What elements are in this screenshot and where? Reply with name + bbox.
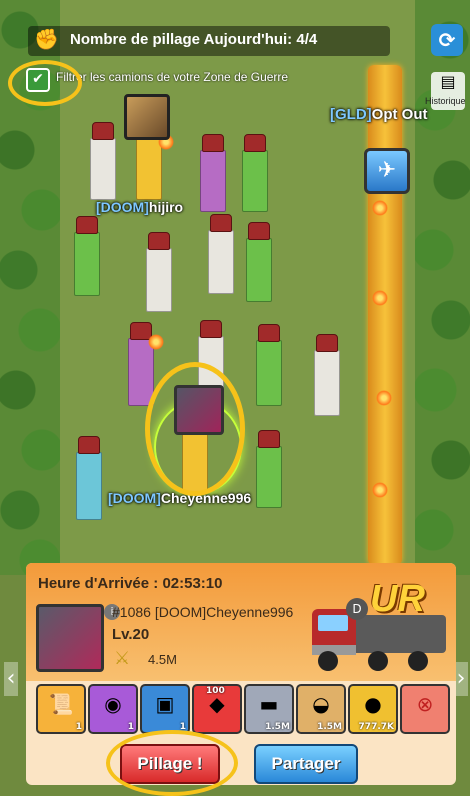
- truck-cab: [258, 430, 280, 448]
- truck[interactable]: [74, 232, 100, 296]
- truck-cab: [244, 134, 266, 152]
- truck[interactable]: [208, 230, 234, 294]
- owner-avatar[interactable]: [36, 604, 104, 672]
- reward-list: 📜 1 ◉ 1 ▣ 1 ◆ 100 ▬ 1.5M ◒ 1.5M ● 777.7K ⊗: [30, 684, 454, 738]
- truck[interactable]: [256, 340, 282, 406]
- truck[interactable]: [90, 138, 116, 200]
- prev-arrow[interactable]: ‹: [4, 662, 18, 696]
- fire-effect: [372, 200, 388, 216]
- refresh-button[interactable]: ⟳: [431, 24, 463, 56]
- bread-icon: ◒: [312, 692, 330, 716]
- truck[interactable]: [246, 238, 272, 302]
- iron-icon: ▬: [259, 692, 279, 716]
- reward-slot[interactable]: ▣ 1: [140, 684, 190, 734]
- player-avatar[interactable]: [124, 94, 170, 140]
- truck-cab: [248, 222, 270, 240]
- next-arrow[interactable]: ›: [454, 662, 468, 696]
- truck-cab: [92, 122, 114, 140]
- player-name-hijiro[interactable]: [DOOM]hijiro: [96, 199, 183, 215]
- truck-owner: #1086 [DOOM]Cheyenne996: [112, 604, 294, 620]
- truck[interactable]: [314, 350, 340, 416]
- fire-effect: [148, 334, 164, 350]
- truck-cab: [210, 214, 232, 232]
- fire-effect: [372, 290, 388, 306]
- truck-cab: [202, 134, 224, 152]
- history-label: Historique: [425, 96, 466, 106]
- truck[interactable]: [200, 150, 226, 212]
- share-button[interactable]: Partager: [254, 744, 358, 784]
- player-name-gld[interactable]: [GLD]Opt Out: [330, 106, 427, 123]
- truck[interactable]: [146, 248, 172, 312]
- highlight-circle: [145, 362, 245, 496]
- document-icon: 📜: [48, 692, 74, 716]
- reward-slot[interactable]: ▬ 1.5M: [244, 684, 294, 734]
- truck-cab: [316, 334, 338, 352]
- gold-coin-icon: ●: [364, 692, 382, 716]
- filter-label: Filtrer les camions de votre Zone de Gue…: [56, 70, 289, 84]
- truck-level: Lv.20: [112, 626, 150, 643]
- truck[interactable]: [256, 446, 282, 508]
- truck[interactable]: [136, 138, 162, 200]
- alliance-badge: D: [346, 598, 368, 620]
- reward-slot[interactable]: 📜 1: [36, 684, 86, 734]
- highlight-circle: [106, 730, 238, 796]
- fire-effect: [376, 390, 392, 406]
- truck-cab: [200, 320, 222, 338]
- truck-cab: [78, 436, 100, 454]
- truck[interactable]: [242, 150, 268, 212]
- truck[interactable]: [76, 452, 102, 520]
- truck-cab: [76, 216, 98, 234]
- refresh-icon: ⟳: [438, 28, 456, 52]
- purple-chest-icon: ◉: [104, 692, 122, 716]
- reward-slot[interactable]: ◉ 1: [88, 684, 138, 734]
- reward-slot[interactable]: ◒ 1.5M: [296, 684, 346, 734]
- raid-icon: ✊: [34, 27, 59, 51]
- blue-chest-icon: ▣: [155, 692, 175, 716]
- raid-count-label: Nombre de pillage Aujourd'hui: 4/4: [70, 31, 318, 48]
- power-icon: ⚔: [114, 648, 131, 669]
- truck-cab: [258, 324, 280, 342]
- fire-effect: [372, 482, 388, 498]
- reward-slot[interactable]: ⊗: [400, 684, 450, 734]
- airplane-icon[interactable]: ✈: [364, 148, 410, 194]
- rarity-badge: UR: [370, 578, 425, 620]
- history-icon: ▤: [440, 72, 456, 91]
- reward-slot[interactable]: ● 777.7K: [348, 684, 398, 734]
- arrival-time: Heure d'Arrivée : 02:53:10: [38, 575, 223, 592]
- truck-cab: [148, 232, 170, 250]
- blocked-icon: ⊗: [416, 692, 434, 716]
- highlight-circle: [8, 60, 82, 106]
- truck-power: 4.5M: [148, 652, 177, 667]
- reward-slot[interactable]: ◆ 100: [192, 684, 242, 734]
